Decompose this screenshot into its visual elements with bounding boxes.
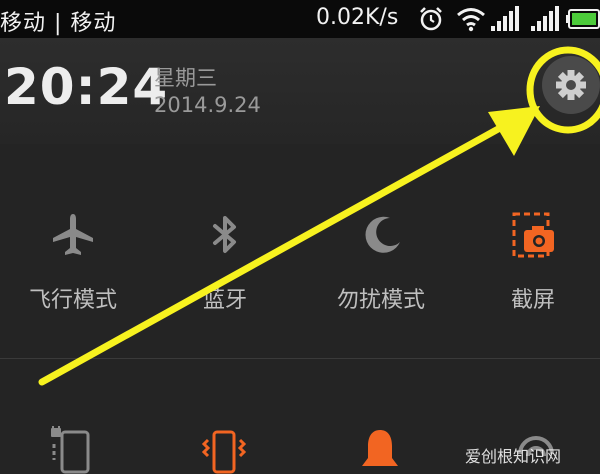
alarm-icon bbox=[420, 7, 442, 31]
date-label: 2014.9.24 bbox=[154, 93, 261, 117]
rotation-lock-icon[interactable] bbox=[48, 426, 96, 474]
toggle-label: 勿扰模式 bbox=[336, 288, 425, 313]
row-divider bbox=[0, 358, 600, 359]
toggle-screenshot[interactable]: 截屏 bbox=[468, 210, 598, 330]
bell-icon[interactable] bbox=[356, 426, 404, 474]
toggle-label: 截屏 bbox=[510, 288, 555, 313]
weekday-label: 星期三 bbox=[154, 66, 217, 90]
screenshot-icon bbox=[512, 212, 554, 258]
net-speed: 0.02K/s bbox=[316, 5, 399, 30]
carrier-label: 移动 | 移动 bbox=[0, 11, 117, 36]
moon-icon bbox=[365, 216, 400, 253]
battery-icon bbox=[566, 9, 600, 29]
signal-icon bbox=[491, 6, 519, 31]
toggle-bluetooth[interactable]: 蓝牙 bbox=[160, 210, 290, 330]
watermark: 爱创根知识网 bbox=[465, 447, 562, 466]
toggle-label: 飞行模式 bbox=[28, 288, 117, 313]
settings-button[interactable] bbox=[542, 56, 600, 114]
toggle-airplane-mode[interactable]: 飞行模式 bbox=[8, 210, 138, 330]
quick-toggle-panel: 飞行模式 蓝牙 勿扰模式 截屏 bbox=[0, 144, 600, 474]
toggle-do-not-disturb[interactable]: 勿扰模式 bbox=[316, 210, 446, 330]
clock: 20:24 bbox=[4, 58, 169, 116]
gear-icon bbox=[556, 70, 586, 100]
toggle-label: 蓝牙 bbox=[202, 288, 247, 313]
bluetooth-icon bbox=[213, 216, 236, 253]
airplane-icon bbox=[53, 214, 93, 255]
signal-icon bbox=[531, 6, 559, 31]
notification-header: 20:24 星期三 2014.9.24 bbox=[0, 38, 600, 144]
vibrate-icon[interactable] bbox=[200, 426, 248, 474]
wifi-icon bbox=[457, 8, 485, 32]
status-bar: 移动 | 移动 0.02K/s bbox=[0, 0, 600, 38]
